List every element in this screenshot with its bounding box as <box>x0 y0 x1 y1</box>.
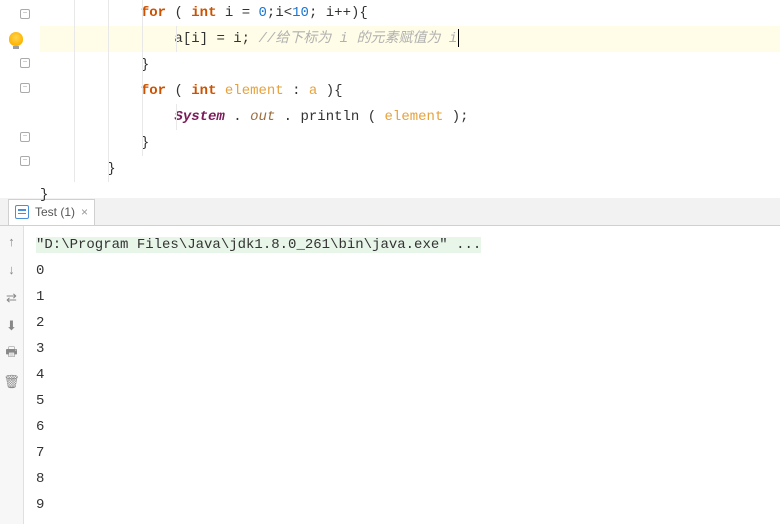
text-cursor <box>458 29 459 47</box>
token-punc: ( <box>166 83 191 99</box>
code-line[interactable]: a[i] = i; //给下标为 i 的元素赋值为 i <box>40 26 780 52</box>
token-punc: [ <box>183 31 191 47</box>
console-command-line: "D:\Program Files\Java\jdk1.8.0_261\bin\… <box>36 232 768 258</box>
fold-marker-icon[interactable]: − <box>20 9 30 19</box>
token-punc: ; <box>242 31 259 47</box>
gutter-row <box>0 27 32 52</box>
code-line[interactable]: } <box>40 52 780 78</box>
token-punc: < <box>284 5 292 21</box>
token-punc: ; <box>309 5 326 21</box>
token-kw: for <box>141 5 166 21</box>
code-line[interactable]: } <box>40 182 780 208</box>
scroll-up-icon[interactable]: ↑ <box>4 234 20 250</box>
token-param: element <box>225 83 284 99</box>
token-punc: ++){ <box>334 5 368 21</box>
code-content[interactable]: for ( int i = 0;i<10; i++){ a[i] = i; //… <box>32 0 780 198</box>
console-output-line: 5 <box>36 388 768 414</box>
token-punc <box>216 5 224 21</box>
gutter-row <box>0 100 32 125</box>
token-kw: for <box>141 83 166 99</box>
token-punc: ] = <box>200 31 234 47</box>
console-output-line: 6 <box>36 414 768 440</box>
token-method: println <box>301 109 360 125</box>
gutter-row: − <box>0 51 32 76</box>
soft-wrap-icon[interactable]: ⇄ <box>4 290 20 306</box>
token-field-static: out <box>250 109 275 125</box>
print-icon[interactable]: 🖶 <box>4 346 20 362</box>
console-command: "D:\Program Files\Java\jdk1.8.0_261\bin\… <box>36 237 481 253</box>
code-line[interactable]: for ( int element : a ){ <box>40 78 780 104</box>
token-var: i <box>233 31 241 47</box>
code-line[interactable]: for ( int i = 0;i<10; i++){ <box>40 0 780 26</box>
console-output-line: 8 <box>36 466 768 492</box>
token-punc: = <box>233 5 258 21</box>
token-type: int <box>191 5 216 21</box>
token-field: System <box>174 109 224 125</box>
gutter-row <box>0 174 32 199</box>
token-type: int <box>191 83 216 99</box>
console-output-line: 4 <box>36 362 768 388</box>
scroll-down-icon[interactable]: ↓ <box>4 262 20 278</box>
run-config-icon <box>15 205 29 219</box>
fold-marker-icon[interactable]: − <box>20 132 30 142</box>
code-line[interactable]: } <box>40 156 780 182</box>
editor-gutter: − − − − − <box>0 0 32 198</box>
console-output-line: 9 <box>36 492 768 518</box>
console-output[interactable]: "D:\Program Files\Java\jdk1.8.0_261\bin\… <box>24 226 780 524</box>
gutter-row: − <box>0 2 32 27</box>
token-num: 10 <box>292 5 309 21</box>
token-punc: ( <box>359 109 384 125</box>
token-punc: . <box>275 109 300 125</box>
console-output-line: 2 <box>36 310 768 336</box>
token-var: i <box>191 31 199 47</box>
lightbulb-icon[interactable] <box>9 32 23 46</box>
token-punc: . <box>225 109 250 125</box>
fold-marker-icon[interactable]: − <box>20 156 30 166</box>
code-editor[interactable]: −−−−− for ( int i = 0;i<10; i++){ a[i] =… <box>0 0 780 198</box>
gutter-row: − <box>0 76 32 101</box>
trash-icon[interactable]: 🗑 <box>4 374 20 390</box>
code-line[interactable]: System . out . println ( element ); <box>40 104 780 130</box>
token-punc: } <box>40 187 48 203</box>
token-comment: //给下标为 i 的元素赋值为 i <box>258 31 457 47</box>
token-param: element <box>385 109 444 125</box>
run-panel: Test (1) × ↑↓⇄⬇🖶🗑 "D:\Program Files\Java… <box>0 198 780 524</box>
export-icon[interactable]: ⬇ <box>4 318 20 334</box>
token-punc: ( <box>166 5 191 21</box>
token-punc <box>216 83 224 99</box>
fold-marker-icon[interactable]: − <box>20 58 30 68</box>
console-output-line: 1 <box>36 284 768 310</box>
console-output-line: 7 <box>36 440 768 466</box>
token-punc: : <box>284 83 309 99</box>
console-output-line: 0 <box>36 258 768 284</box>
run-toolbar: ↑ ↓ ⇄ ⬇ 🖶 🗑 <box>0 226 24 524</box>
token-num: 0 <box>259 5 267 21</box>
console-output-line: 3 <box>36 336 768 362</box>
token-punc: ){ <box>317 83 342 99</box>
token-var: i <box>326 5 334 21</box>
token-punc: ); <box>443 109 468 125</box>
gutter-row: − <box>0 125 32 150</box>
code-line[interactable]: } <box>40 130 780 156</box>
fold-marker-icon[interactable]: − <box>20 83 30 93</box>
gutter-row: − <box>0 149 32 174</box>
token-var: i <box>275 5 283 21</box>
